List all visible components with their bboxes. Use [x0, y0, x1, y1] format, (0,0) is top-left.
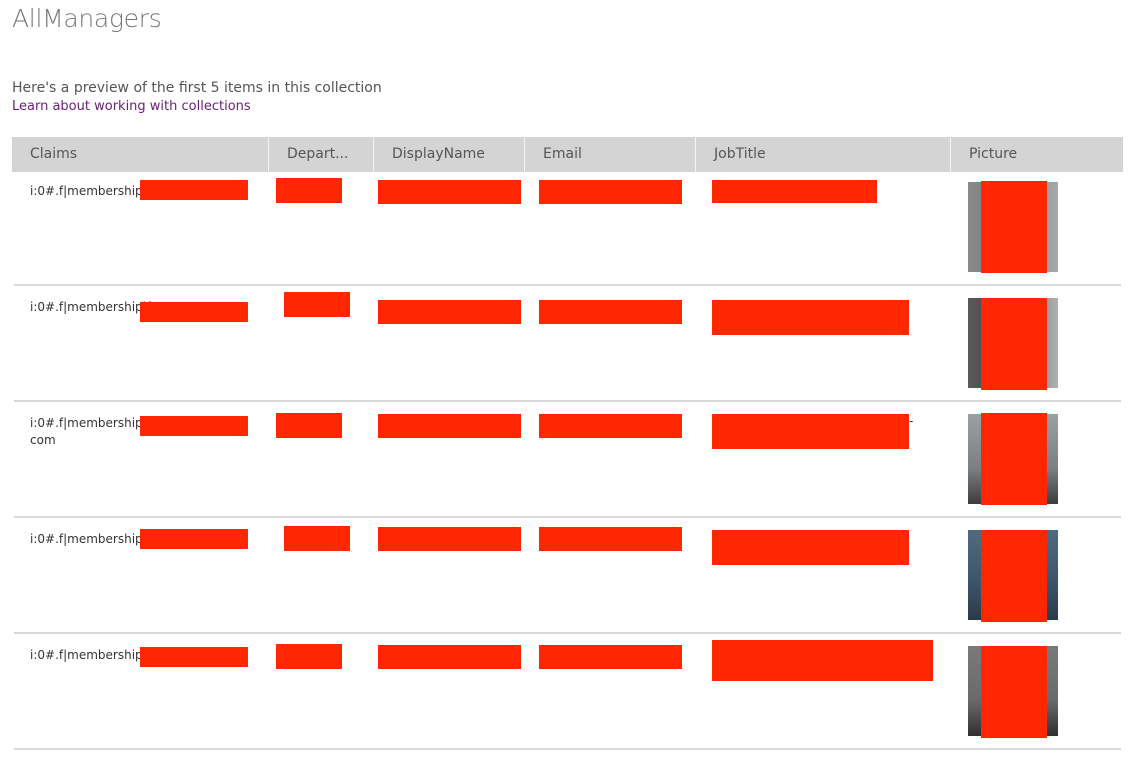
redacted-claims [140, 647, 248, 667]
row-divider [14, 516, 1121, 518]
row-divider [14, 632, 1121, 634]
redacted-picture [981, 181, 1047, 273]
truncation-mark: - [909, 414, 914, 428]
redacted-claims [140, 529, 248, 549]
redacted-claims [140, 416, 248, 436]
column-header-claims[interactable]: Claims [12, 137, 268, 172]
redacted-department [284, 526, 350, 551]
redacted-department [276, 178, 342, 203]
table-header: Claims Depart... DisplayName Email JobTi… [12, 137, 1123, 172]
row-divider [14, 400, 1121, 402]
redacted-jobtitle [712, 530, 909, 565]
redacted-email [539, 414, 682, 438]
redacted-email [539, 180, 682, 204]
claims-cell: i:0#.f|membership|k [30, 648, 154, 662]
column-header-displayname[interactable]: DisplayName [374, 137, 524, 172]
redacted-claims [140, 180, 248, 200]
column-header-email[interactable]: Email [525, 137, 695, 172]
redacted-email [539, 527, 682, 551]
redacted-picture [981, 646, 1047, 738]
redacted-picture [981, 530, 1047, 622]
redacted-picture [981, 413, 1047, 505]
claims-cell-line2: com [30, 433, 56, 447]
redacted-picture [981, 298, 1047, 390]
claims-cell: i:0#.f|membership|c [30, 416, 154, 430]
collection-preview-page: AllManagers Here's a preview of the firs… [0, 0, 1135, 774]
page-title: AllManagers [12, 4, 162, 33]
redacted-department [284, 292, 350, 317]
column-header-department[interactable]: Depart... [269, 137, 373, 172]
claims-cell: i:0#.f|membership|f [30, 300, 151, 314]
redacted-displayname [378, 300, 521, 324]
redacted-displayname [378, 645, 521, 669]
claims-cell: i:0#.f|membership|c [30, 184, 154, 198]
preview-description: Here's a preview of the first 5 items in… [12, 80, 382, 96]
column-header-picture[interactable]: Picture [951, 137, 1123, 172]
redacted-claims [140, 302, 248, 322]
redacted-displayname [378, 180, 521, 204]
redacted-displayname [378, 414, 521, 438]
redacted-jobtitle [712, 300, 909, 335]
learn-collections-link[interactable]: Learn about working with collections [12, 99, 251, 114]
redacted-jobtitle [712, 180, 877, 203]
redacted-email [539, 645, 682, 669]
redacted-department [276, 413, 342, 438]
redacted-jobtitle [712, 640, 933, 681]
redacted-displayname [378, 527, 521, 551]
redacted-email [539, 300, 682, 324]
column-header-jobtitle[interactable]: JobTitle [696, 137, 950, 172]
claims-cell: i:0#.f|membership|j [30, 532, 151, 546]
redacted-jobtitle [712, 414, 909, 449]
row-divider [14, 748, 1121, 750]
redacted-department [276, 644, 342, 669]
row-divider [14, 284, 1121, 286]
